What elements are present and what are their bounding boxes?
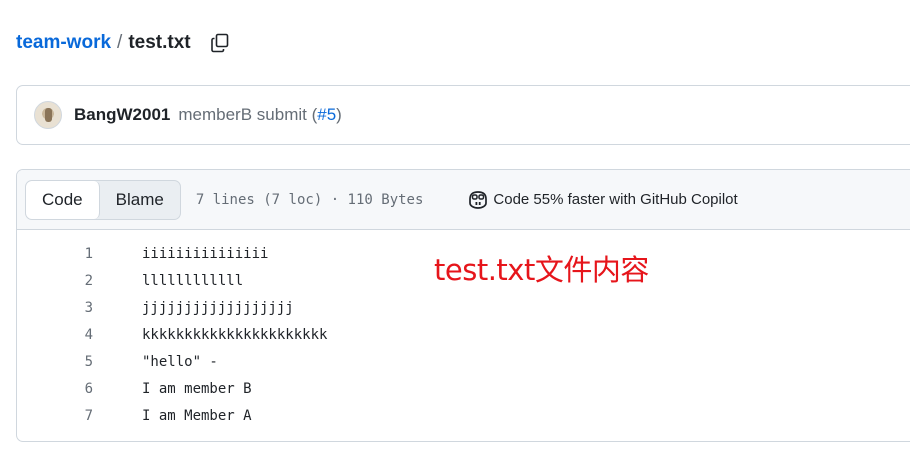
- view-mode-toggle: Code Blame: [25, 179, 181, 220]
- code-line: 5 "hello" -: [17, 348, 910, 375]
- line-number[interactable]: 6: [17, 381, 93, 397]
- commit-message-end: ): [336, 105, 342, 124]
- line-number[interactable]: 4: [17, 327, 93, 343]
- copy-icon: [210, 33, 228, 53]
- line-text: llllllllllll: [142, 272, 244, 289]
- commit-message-text: memberB submit (: [178, 105, 318, 124]
- commit-message[interactable]: memberB submit (#5): [178, 105, 341, 125]
- copilot-promo-text: Code 55% faster with GitHub Copilot: [493, 191, 738, 208]
- line-number[interactable]: 7: [17, 408, 93, 424]
- code-line: 3 jjjjjjjjjjjjjjjjjj: [17, 294, 910, 321]
- line-text: jjjjjjjjjjjjjjjjjj: [142, 299, 294, 316]
- line-text: iiiiiiiiiiiiiii: [142, 245, 269, 262]
- line-text: kkkkkkkkkkkkkkkkkkkkkk: [142, 326, 328, 343]
- copilot-icon: [469, 190, 488, 209]
- line-number[interactable]: 5: [17, 354, 93, 370]
- file-info: 7 lines (7 loc) · 110 Bytes: [195, 191, 424, 208]
- line-text: I am Member A: [142, 407, 252, 424]
- tab-blame[interactable]: Blame: [100, 181, 180, 219]
- annotation-label: test.txt文件内容: [434, 253, 649, 287]
- copilot-promo-link[interactable]: Code 55% faster with GitHub Copilot: [467, 190, 738, 210]
- tab-code[interactable]: Code: [26, 180, 100, 219]
- breadcrumb-repo-link[interactable]: team-work: [16, 32, 111, 54]
- line-text: I am member B: [142, 380, 252, 397]
- line-number[interactable]: 2: [17, 273, 93, 289]
- code-line: 7 I am Member A: [17, 402, 910, 429]
- line-number[interactable]: 1: [17, 246, 93, 262]
- commit-pr-link[interactable]: #5: [317, 105, 336, 124]
- breadcrumb: team-work / test.txt: [16, 28, 233, 58]
- breadcrumb-file-name: test.txt: [128, 32, 191, 53]
- copy-path-button[interactable]: [207, 30, 233, 56]
- line-text: "hello" -: [142, 353, 218, 370]
- file-viewer: Code Blame 7 lines (7 loc) · 110 Bytes C…: [16, 169, 910, 442]
- code-line: 4 kkkkkkkkkkkkkkkkkkkkkk: [17, 321, 910, 348]
- commit-author-link[interactable]: BangW2001: [74, 105, 170, 125]
- avatar[interactable]: [34, 101, 62, 129]
- breadcrumb-separator: /: [117, 32, 123, 53]
- code-line: 6 I am member B: [17, 375, 910, 402]
- file-header: Code Blame 7 lines (7 loc) · 110 Bytes C…: [17, 170, 910, 230]
- latest-commit-bar: BangW2001 memberB submit (#5): [16, 85, 910, 145]
- line-number[interactable]: 3: [17, 300, 93, 316]
